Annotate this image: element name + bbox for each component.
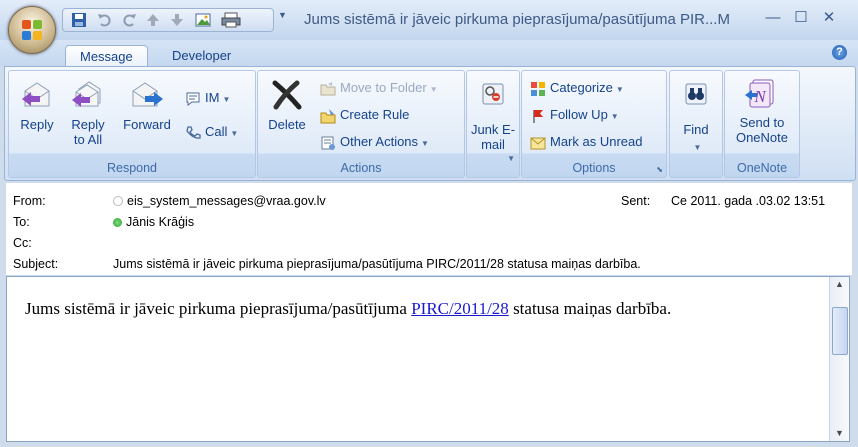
chevron-down-icon: ▼: [222, 95, 231, 104]
chat-bubble-icon: [186, 92, 200, 106]
maximize-button[interactable]: ☐: [788, 6, 814, 30]
chevron-down-icon: ▼: [507, 154, 515, 163]
group-actions: Delete Move to Folder ▼ Create Rule Other…: [257, 70, 465, 178]
message-body[interactable]: Jums sistēmā ir jāveic pirkuma pieprasīj…: [6, 276, 850, 442]
chevron-down-icon: ▼: [693, 143, 702, 152]
reply-all-button[interactable]: Reply to All: [65, 79, 111, 147]
redo-icon[interactable]: [121, 12, 137, 28]
group-label-actions: Actions: [340, 161, 382, 175]
scroll-thumb[interactable]: [832, 307, 848, 355]
scroll-up-icon[interactable]: ▲: [831, 277, 848, 292]
sent-label: Sent:: [621, 194, 651, 208]
move-to-folder-button[interactable]: Move to Folder ▼: [320, 79, 438, 97]
follow-up-button[interactable]: Follow Up ▼: [530, 106, 619, 124]
cc-label: Cc:: [13, 236, 32, 250]
chevron-down-icon: ▼: [429, 85, 438, 94]
vertical-scrollbar[interactable]: ▲ ▼: [829, 277, 849, 441]
delete-button[interactable]: Delete: [264, 79, 310, 132]
reply-all-icon: [72, 81, 101, 107]
message-header: From: eis_system_messages@vraa.gov.lv Se…: [6, 183, 852, 275]
minimize-button[interactable]: —: [760, 6, 786, 30]
find-button[interactable]: Find ▼: [672, 77, 720, 155]
move-folder-icon: [320, 81, 336, 96]
to-label: To:: [13, 215, 30, 229]
close-button[interactable]: ✕: [816, 6, 842, 30]
print-icon[interactable]: [221, 12, 241, 28]
tab-message[interactable]: Message: [65, 45, 148, 67]
group-find: Find ▼: [669, 70, 723, 178]
delete-x-icon: [272, 80, 302, 110]
other-actions-button[interactable]: Other Actions ▼: [320, 133, 429, 151]
group-junk: Junk E-mail ▼: [466, 70, 520, 178]
body-text: Jums sistēmā ir jāveic pirkuma pieprasīj…: [25, 299, 672, 318]
office-logo-icon: [22, 20, 31, 29]
onenote-icon: N: [745, 79, 774, 108]
group-onenote: N Send to OneNote OneNote: [724, 70, 800, 178]
rule-folder-icon: [320, 108, 336, 124]
qat-customize-icon[interactable]: ▼: [278, 10, 287, 20]
other-actions-icon: [321, 136, 335, 150]
send-to-onenote-button[interactable]: N Send to OneNote: [727, 77, 797, 145]
subject-value: Jums sistēmā ir jāveic pirkuma pieprasīj…: [113, 257, 641, 271]
arrow-up-icon[interactable]: [145, 12, 161, 28]
to-value[interactable]: Jānis Krāģis: [113, 215, 194, 229]
scroll-down-icon[interactable]: ▼: [831, 426, 848, 441]
subject-label: Subject:: [13, 257, 59, 271]
group-label-options: Options: [572, 161, 616, 175]
office-button[interactable]: [8, 6, 56, 54]
presence-online-icon: [113, 218, 122, 227]
chevron-down-icon: ▼: [610, 112, 619, 121]
window-title: Jums sistēmā ir jāveic pirkuma pieprasīj…: [304, 11, 730, 28]
chevron-down-icon: ▼: [615, 85, 624, 94]
flag-icon: [533, 109, 543, 123]
phone-icon: [186, 125, 201, 139]
presence-unknown-icon: [113, 196, 123, 206]
call-button[interactable]: Call ▼: [185, 123, 238, 141]
forward-icon: [132, 82, 163, 107]
categorize-icon: [531, 81, 545, 96]
unread-envelope-icon: [530, 137, 546, 150]
tab-developer[interactable]: Developer: [158, 45, 245, 66]
forward-button[interactable]: Forward: [117, 79, 177, 132]
undo-icon[interactable]: [97, 12, 113, 28]
chevron-down-icon: ▼: [230, 129, 239, 138]
im-button[interactable]: IM ▼: [185, 89, 230, 107]
group-label-respond: Respond: [106, 161, 158, 175]
chevron-down-icon: ▼: [421, 139, 429, 148]
save-icon[interactable]: [71, 12, 87, 28]
reply-button[interactable]: Reply: [15, 79, 59, 132]
picture-icon[interactable]: [195, 12, 211, 28]
junk-email-button[interactable]: Junk E-mail ▼: [469, 77, 517, 163]
reply-icon: [22, 82, 50, 107]
mark-as-unread-button[interactable]: Mark as Unread: [530, 133, 642, 151]
group-respond: Reply Reply to All Forward IM ▼ Call ▼ Res…: [8, 70, 256, 178]
create-rule-button[interactable]: Create Rule: [320, 106, 409, 124]
quick-access-toolbar: [62, 8, 274, 32]
help-icon[interactable]: ?: [832, 45, 847, 60]
categorize-button[interactable]: Categorize ▼: [530, 79, 624, 97]
binoculars-icon: [685, 83, 707, 105]
dialog-launcher-icon[interactable]: ⬊: [656, 165, 663, 174]
from-value[interactable]: eis_system_messages@vraa.gov.lv: [113, 194, 326, 208]
group-label-onenote: OneNote: [736, 161, 788, 175]
from-label: From:: [13, 194, 46, 208]
arrow-down-icon[interactable]: [169, 12, 185, 28]
pirc-link[interactable]: PIRC/2011/28: [411, 299, 509, 318]
group-options: Categorize ▼ Follow Up ▼ Mark as Unread Op…: [521, 70, 667, 178]
sent-value: Ce 2011. gada .03.02 13:51: [671, 194, 826, 208]
junk-email-icon: [482, 83, 504, 105]
